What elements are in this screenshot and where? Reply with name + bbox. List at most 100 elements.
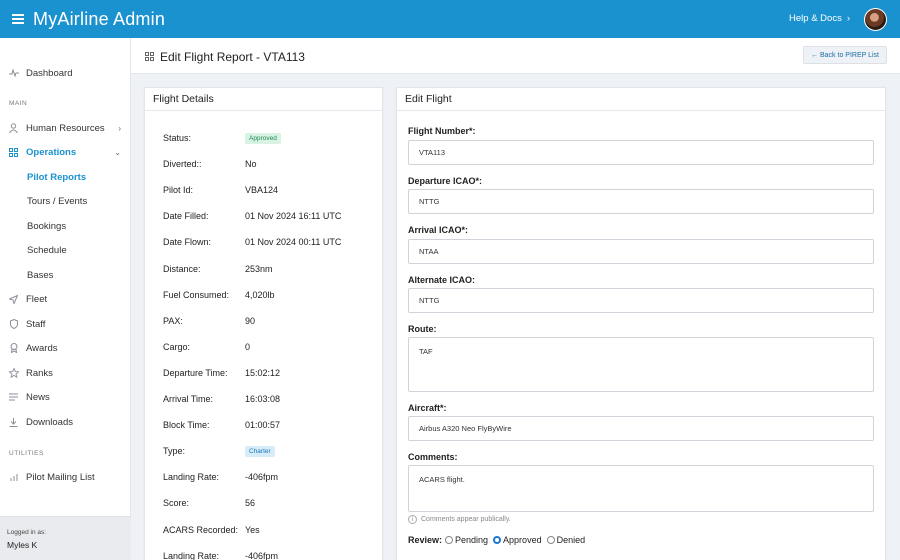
help-docs-link[interactable]: Help & Docs › xyxy=(789,13,850,24)
arrival-icao-label: Arrival ICAO*: xyxy=(408,225,469,235)
sidebar-subitem-bases[interactable]: Bases xyxy=(0,266,131,284)
sidebar-subitem-tours-events[interactable]: Tours / Events xyxy=(0,192,131,210)
sidebar-item-ranks[interactable]: Ranks xyxy=(0,364,131,382)
bars-icon xyxy=(8,472,19,483)
sidebar-subitem-label: Tours / Events xyxy=(27,195,88,207)
detail-value: 01:00:57 xyxy=(245,420,281,431)
alternate-icao-input[interactable] xyxy=(408,288,874,313)
back-to-pirep-list-button[interactable]: ← Back to PIREP List xyxy=(803,46,887,64)
activity-icon xyxy=(8,68,19,79)
sidebar-item-label: Fleet xyxy=(26,293,48,305)
detail-row: Type: Charter xyxy=(163,444,383,458)
sidebar-item-label: Dashboard xyxy=(26,67,73,79)
sidebar-subitem-label: Bases xyxy=(27,269,54,281)
detail-value: Yes xyxy=(245,524,260,535)
review-option-pending[interactable]: Pending xyxy=(445,535,488,545)
detail-key: Date Flown: xyxy=(163,237,212,248)
detail-key: Landing Rate: xyxy=(163,550,220,560)
flight-number-label: Flight Number*: xyxy=(408,126,476,136)
detail-key: Fuel Consumed: xyxy=(163,289,230,300)
detail-row: Date Flown: 01 Nov 2024 00:11 UTC xyxy=(163,235,383,249)
departure-icao-label: Departure ICAO*: xyxy=(408,176,483,186)
radio-denied[interactable] xyxy=(546,536,555,544)
sidebar-item-news[interactable]: News xyxy=(0,388,131,406)
sidebar-item-dashboard[interactable]: Dashboard xyxy=(0,64,131,82)
detail-value: 01 Nov 2024 16:11 UTC xyxy=(245,211,342,222)
top-bar: MyAirline Admin Help & Docs › xyxy=(0,0,900,38)
alternate-icao-label: Alternate ICAO: xyxy=(408,275,476,285)
info-icon: i xyxy=(408,515,417,524)
detail-row: Diverted:: No xyxy=(163,157,383,171)
aircraft-input[interactable] xyxy=(408,416,874,441)
detail-row: Fuel Consumed: 4,020lb xyxy=(163,288,383,302)
detail-key: Date Filled: xyxy=(163,211,209,222)
detail-value: No xyxy=(245,159,257,170)
sidebar-item-label: News xyxy=(26,391,50,403)
avatar[interactable] xyxy=(864,8,887,31)
detail-row: PAX: 90 xyxy=(163,314,383,328)
sidebar-subitem-label: Bookings xyxy=(27,220,67,232)
detail-value: 16:03:08 xyxy=(245,394,281,404)
menu-icon[interactable] xyxy=(12,14,24,24)
status-badge: Charter xyxy=(245,445,275,458)
edit-flight-card: Edit Flight Flight Number*: Departure IC… xyxy=(396,87,886,560)
detail-key: Score: xyxy=(163,498,190,509)
sidebar-item-label: Awards xyxy=(26,342,58,354)
detail-row: Arrival Time: 16:03:08 xyxy=(163,392,383,406)
sidebar-subitem-bookings[interactable]: Bookings xyxy=(0,217,131,235)
detail-value: 01 Nov 2024 00:11 UTC xyxy=(245,237,342,248)
section-main-label: MAIN xyxy=(9,100,28,107)
detail-value: 4,020lb xyxy=(245,289,275,300)
brand-title[interactable]: MyAirline Admin xyxy=(33,9,165,30)
sidebar-item-label: Staff xyxy=(26,318,46,330)
detail-key: Pilot Id: xyxy=(163,185,194,196)
sidebar-item-human-resources[interactable]: Human Resources › xyxy=(0,119,131,137)
download-icon xyxy=(8,417,19,428)
flight-number-input[interactable] xyxy=(408,140,874,165)
comments-hint-text: Comments appear publically. xyxy=(421,516,511,523)
detail-row: Landing Rate: -406fpm xyxy=(163,470,383,484)
detail-row: Score: 56 xyxy=(163,496,383,510)
detail-row: Block Time: 01:00:57 xyxy=(163,418,383,432)
shield-icon xyxy=(8,319,19,330)
review-option-denied[interactable]: Denied xyxy=(546,535,585,545)
detail-key: Departure Time: xyxy=(163,367,228,378)
logged-in-panel: Logged in as: Myles K xyxy=(0,516,131,560)
route-textarea[interactable]: TAF xyxy=(408,337,874,392)
comments-label: Comments: xyxy=(408,452,458,462)
detail-value: 56 xyxy=(245,498,256,509)
sidebar-item-fleet[interactable]: Fleet xyxy=(0,290,131,308)
flight-details-title: Flight Details xyxy=(145,88,382,111)
detail-key: PAX: xyxy=(163,315,183,326)
sidebar-subitem-pilot-reports[interactable]: Pilot Reports xyxy=(0,168,131,186)
sidebar-item-label: Ranks xyxy=(26,367,53,379)
detail-key: Arrival Time: xyxy=(163,394,214,404)
sidebar-item-pilot-mailing-list[interactable]: Pilot Mailing List xyxy=(0,468,131,486)
sidebar-subitem-label: Pilot Reports xyxy=(27,171,87,183)
sidebar: Dashboard MAIN Human Resources › Operati… xyxy=(0,38,131,560)
sidebar-item-downloads[interactable]: Downloads xyxy=(0,413,131,431)
route-label: Route: xyxy=(408,324,437,334)
radio-pending[interactable] xyxy=(445,536,454,544)
comments-hint: i Comments appear publically. xyxy=(408,515,511,524)
aircraft-label: Aircraft*: xyxy=(408,403,447,413)
arrival-icao-input[interactable] xyxy=(408,239,874,264)
radio-approved[interactable] xyxy=(493,536,502,544)
departure-icao-input[interactable] xyxy=(408,189,874,214)
sidebar-subitem-schedule[interactable]: Schedule xyxy=(0,241,131,259)
detail-key: ACARS Recorded: xyxy=(163,524,239,535)
sidebar-item-awards[interactable]: Awards xyxy=(0,339,131,357)
detail-key: Distance: xyxy=(163,263,201,274)
logged-in-label: Logged in as: xyxy=(7,529,47,536)
award-icon xyxy=(8,343,19,354)
detail-key: Diverted:: xyxy=(163,159,202,170)
detail-value: 15:02:12 xyxy=(245,367,281,378)
sidebar-item-staff[interactable]: Staff xyxy=(0,315,131,333)
review-option-approved[interactable]: Approved xyxy=(493,535,542,545)
review-option-label: Approved xyxy=(503,535,542,545)
comments-textarea[interactable]: ACARS flight. xyxy=(408,465,874,512)
detail-row: Departure Time: 15:02:12 xyxy=(163,366,383,380)
detail-key: Cargo: xyxy=(163,341,191,352)
sidebar-item-operations[interactable]: Operations ⌄ xyxy=(0,143,131,161)
detail-row: ACARS Recorded: Yes xyxy=(163,523,383,537)
